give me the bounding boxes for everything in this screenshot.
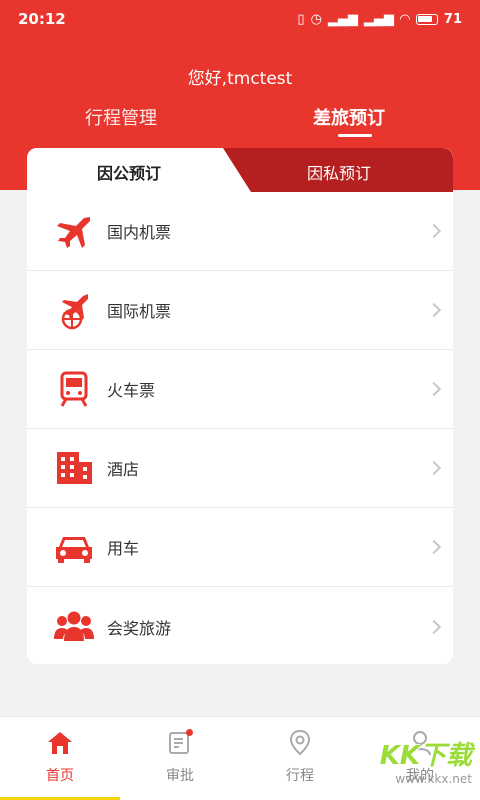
battery-level: 71 [443, 11, 462, 27]
nav-label: 首页 [46, 768, 74, 784]
chevron-right-icon [426, 619, 442, 634]
nav-home[interactable]: 首页 [0, 717, 120, 800]
tab-private-booking-label[interactable]: 因私预订 [307, 160, 371, 184]
chevron-right-icon [426, 302, 442, 318]
watermark-logo: KK下载 [379, 741, 472, 771]
tab-itinerary-management[interactable]: 行程管理 [85, 104, 157, 130]
status-icons: ▯ ◷ ▂▄▆ ▂▄▆ ◠ 71 [297, 12, 462, 27]
booking-card: 因公预订 因私预订 国内机票 国际机票 火车票 酒店 用车 会奖旅游 [27, 148, 453, 664]
menu-label: 酒店 [107, 460, 140, 479]
chevron-right-icon [426, 223, 442, 239]
notification-dot [186, 729, 193, 736]
location-icon [285, 729, 315, 757]
menu-label: 国内机票 [107, 223, 172, 242]
menu-item-train-ticket[interactable]: 火车票 [27, 350, 453, 429]
sub-tabs: 因公预订 因私预订 [27, 148, 453, 192]
greeting: 您好,tmctest [187, 69, 293, 89]
alarm-icon: ◷ [310, 11, 322, 27]
signal-icon: ▂▄▆ [327, 11, 358, 27]
menu-item-international-flight[interactable]: 国际机票 [27, 271, 453, 350]
nav-label: 行程 [286, 768, 314, 784]
chevron-right-icon [426, 460, 442, 476]
menu-label: 国际机票 [107, 302, 172, 321]
chevron-right-icon [426, 539, 442, 555]
status-bar: 20:12 ▯ ◷ ▂▄▆ ▂▄▆ ◠ 71 [0, 0, 480, 38]
active-tab-indicator [338, 134, 372, 137]
train-icon [53, 368, 95, 410]
group-icon [53, 606, 95, 648]
globe-plane-icon [53, 289, 95, 331]
chevron-right-icon [426, 381, 442, 397]
menu-label: 火车票 [107, 381, 156, 400]
watermark: KK下载 www.kkx.net [380, 735, 472, 786]
home-icon [45, 729, 75, 757]
signal-icon: ▂▄▆ [363, 11, 394, 27]
car-icon [53, 526, 95, 568]
tab-travel-booking[interactable]: 差旅预订 [313, 104, 385, 130]
menu-item-domestic-flight[interactable]: 国内机票 [27, 192, 453, 271]
vibrate-icon: ▯ [297, 11, 305, 27]
menu-item-mice-travel[interactable]: 会奖旅游 [27, 587, 453, 664]
menu-item-hotel[interactable]: 酒店 [27, 429, 453, 508]
nav-label: 审批 [166, 768, 194, 784]
watermark-url: www.kkx.net [395, 772, 472, 786]
wifi-icon: ◠ [399, 11, 410, 27]
menu-label: 用车 [107, 539, 140, 558]
plane-icon [53, 210, 95, 252]
menu-item-car-service[interactable]: 用车 [27, 508, 453, 587]
nav-approval[interactable]: 审批 [120, 717, 240, 800]
battery-icon [415, 13, 438, 25]
nav-itinerary[interactable]: 行程 [240, 717, 360, 800]
hotel-icon [53, 447, 95, 489]
approval-icon [165, 729, 195, 757]
status-time: 20:12 [18, 10, 66, 28]
menu-label: 会奖旅游 [107, 618, 172, 638]
tab-business-booking[interactable]: 因公预订 [97, 160, 161, 184]
